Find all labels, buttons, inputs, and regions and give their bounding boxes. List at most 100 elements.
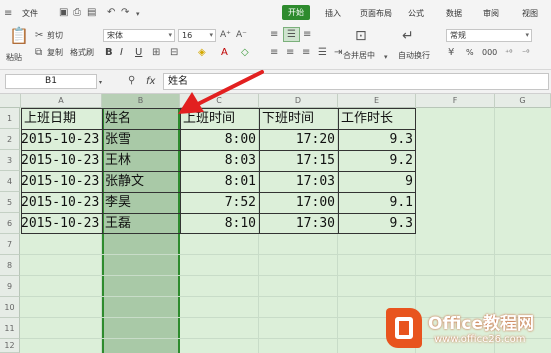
table-cell[interactable]: 王林 [102, 150, 180, 171]
table-cell[interactable]: 8:00 [180, 129, 259, 150]
currency-icon[interactable]: ¥ [448, 48, 454, 58]
decrease-decimal-icon[interactable]: ⁻⁰ [522, 48, 529, 58]
paste-button[interactable]: 粘贴 [6, 53, 22, 63]
border-style-icon[interactable]: ⊟ [170, 48, 178, 58]
font-grow-icon[interactable]: A⁺ [220, 30, 231, 40]
format-painter-button[interactable]: 格式刷 [70, 48, 94, 58]
name-box[interactable]: B1 [5, 74, 97, 89]
chevron-down-icon[interactable]: ▾ [384, 52, 388, 62]
column-header-f[interactable]: F [416, 94, 495, 108]
print-preview-icon[interactable]: ▤ [87, 8, 96, 18]
column-header-d[interactable]: D [259, 94, 338, 108]
copy-button[interactable]: 复制 [47, 48, 63, 58]
table-cell[interactable]: 9.3 [338, 129, 416, 150]
row-header[interactable]: 4 [0, 171, 20, 192]
table-cell[interactable]: 7:52 [180, 192, 259, 213]
table-cell[interactable]: 2015-10-23 [21, 213, 101, 234]
tab-formulas[interactable]: 公式 [408, 8, 424, 19]
column-header-g[interactable]: G [495, 94, 551, 108]
header-cell-date[interactable]: 上班日期 [21, 108, 101, 129]
align-middle-button[interactable]: ☰ [283, 27, 300, 42]
header-cell-end[interactable]: 下班时间 [259, 108, 338, 129]
row-header[interactable]: 1 [0, 108, 20, 129]
table-cell[interactable]: 8:01 [180, 171, 259, 192]
merge-center-button[interactable]: 合并居中 [343, 51, 375, 61]
table-cell[interactable]: 2015-10-23 [21, 171, 101, 192]
bold-button[interactable]: B [105, 48, 113, 58]
wrap-text-icon[interactable]: ↵ [402, 29, 414, 43]
fill-color-icon[interactable]: ◈ [198, 48, 206, 58]
cut-icon[interactable]: ✂ [35, 31, 43, 41]
redo-icon[interactable]: ↷ [121, 8, 129, 18]
font-size-select[interactable]: 16 ▾ [178, 29, 216, 42]
thousands-button[interactable]: 000 [482, 48, 497, 58]
row-header[interactable]: 9 [0, 276, 20, 297]
row-header[interactable]: 2 [0, 129, 20, 150]
row-header[interactable]: 8 [0, 255, 20, 276]
wrap-text-button[interactable]: 自动换行 [398, 51, 430, 61]
header-cell-hours[interactable]: 工作时长 [338, 108, 416, 129]
percent-button[interactable]: % [466, 48, 474, 58]
justify-icon[interactable]: ☰ [318, 48, 327, 58]
tab-insert[interactable]: 插入 [325, 8, 341, 19]
number-format-select[interactable]: 常规 ▾ [446, 29, 532, 42]
menu-icon[interactable]: ≡ [4, 9, 12, 19]
font-color-button[interactable]: A [221, 48, 228, 58]
quick-access-dropdown-icon[interactable]: ▾ [136, 9, 140, 19]
table-cell[interactable]: 9.3 [338, 213, 416, 234]
eraser-icon[interactable]: ◇ [241, 48, 249, 58]
table-cell[interactable]: 9.1 [338, 192, 416, 213]
indent-icon[interactable]: ⇥ [334, 48, 342, 58]
font-name-select[interactable]: 宋体 ▾ [103, 29, 175, 42]
select-all-corner[interactable] [0, 94, 21, 108]
table-cell[interactable]: 17:03 [259, 171, 338, 192]
column-header-b[interactable]: B [102, 94, 180, 108]
row-header[interactable]: 5 [0, 192, 20, 213]
table-cell[interactable]: 17:20 [259, 129, 338, 150]
row-header[interactable]: 10 [0, 297, 20, 318]
tab-view[interactable]: 视图 [522, 8, 538, 19]
row-header[interactable]: 7 [0, 234, 20, 255]
undo-icon[interactable]: ↶ [107, 8, 115, 18]
header-cell-name[interactable]: 姓名 [102, 108, 180, 129]
column-header-e[interactable]: E [338, 94, 416, 108]
tab-data[interactable]: 数据 [446, 8, 462, 19]
zoom-icon[interactable]: ⚲ [128, 76, 135, 86]
column-header-a[interactable]: A [21, 94, 102, 108]
table-cell[interactable]: 9 [338, 171, 416, 192]
border-icon[interactable]: ⊞ [152, 48, 160, 58]
table-cell[interactable]: 李昊 [102, 192, 180, 213]
merge-center-icon[interactable]: ⊡ [355, 29, 367, 43]
table-cell[interactable]: 9.2 [338, 150, 416, 171]
file-menu[interactable]: 文件 [22, 8, 38, 19]
fx-button[interactable]: fx [146, 77, 155, 87]
table-cell[interactable]: 2015-10-23 [21, 192, 101, 213]
table-cell[interactable]: 2015-10-23 [21, 150, 101, 171]
align-center-icon[interactable]: ≡ [286, 48, 294, 58]
align-right-icon[interactable]: ≡ [302, 48, 310, 58]
row-header[interactable]: 6 [0, 213, 20, 234]
underline-button[interactable]: U [135, 48, 142, 58]
font-shrink-icon[interactable]: A⁻ [236, 30, 247, 40]
align-left-icon[interactable]: ≡ [270, 48, 278, 58]
print-icon[interactable]: ⎙ [73, 8, 81, 18]
tab-review[interactable]: 审阅 [483, 8, 499, 19]
save-icon[interactable]: ▣ [59, 8, 68, 18]
copy-icon[interactable]: ⧉ [35, 48, 42, 58]
name-box-dropdown-icon[interactable]: ▾ [99, 78, 102, 88]
tab-page-layout[interactable]: 页面布局 [360, 8, 392, 19]
table-cell[interactable]: 17:30 [259, 213, 338, 234]
tab-home[interactable]: 开始 [282, 5, 310, 20]
table-cell[interactable]: 8:03 [180, 150, 259, 171]
table-cell[interactable]: 17:15 [259, 150, 338, 171]
table-cell[interactable]: 8:10 [180, 213, 259, 234]
table-cell[interactable]: 王磊 [102, 213, 180, 234]
table-cell[interactable]: 张静文 [102, 171, 180, 192]
paste-icon[interactable]: 📋 [9, 28, 29, 44]
row-header[interactable]: 12 [0, 339, 20, 353]
table-cell[interactable]: 2015-10-23 [21, 129, 101, 150]
row-header[interactable]: 11 [0, 318, 20, 339]
increase-decimal-icon[interactable]: ⁺⁰ [505, 48, 512, 58]
table-cell[interactable]: 张雪 [102, 129, 180, 150]
table-cell[interactable]: 17:00 [259, 192, 338, 213]
